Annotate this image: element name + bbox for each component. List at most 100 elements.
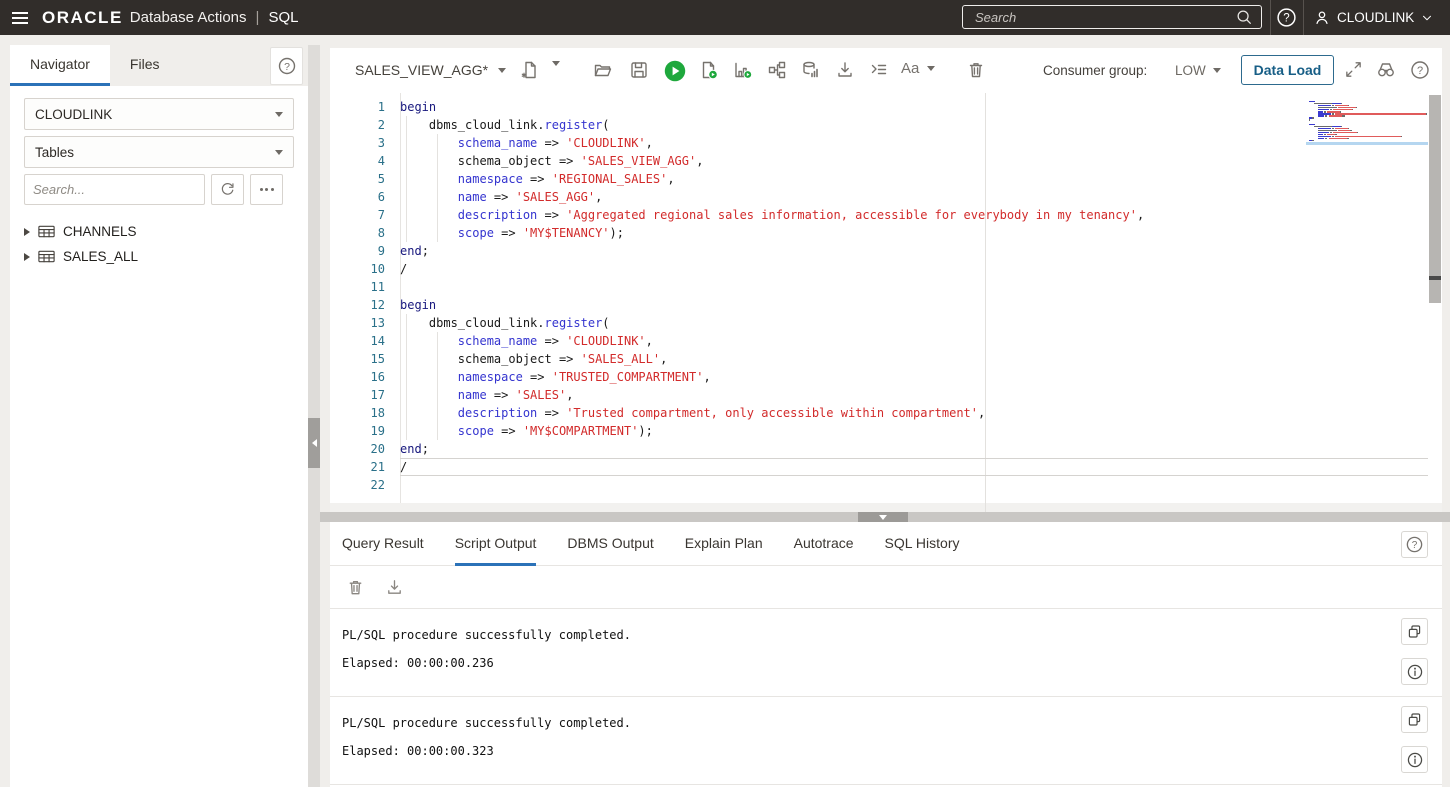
code-line[interactable]: 7 description => 'Aggregated regional sa…	[330, 206, 1442, 224]
tree-item-sales_all[interactable]: SALES_ALL	[24, 244, 308, 269]
find-button[interactable]	[1376, 60, 1396, 80]
tab-script-output[interactable]: Script Output	[455, 522, 537, 566]
code-line[interactable]: 20end;	[330, 440, 1442, 458]
tree-item-channels[interactable]: CHANNELS	[24, 219, 308, 244]
minimap-line	[1325, 138, 1327, 139]
worksheet-help-button[interactable]: ?	[1410, 60, 1430, 80]
vertical-splitter-handle[interactable]	[308, 418, 320, 468]
code-line[interactable]: 14 schema_name => 'CLOUDLINK',	[330, 332, 1442, 350]
tab-query-result[interactable]: Query Result	[342, 522, 424, 566]
oracle-logo: ORACLE	[42, 8, 123, 28]
code-line[interactable]: 15 schema_object => 'SALES_ALL',	[330, 350, 1442, 368]
tab-navigator[interactable]: Navigator	[10, 45, 110, 86]
elapsed-time: Elapsed: 00:00:00.323	[342, 744, 1392, 758]
clear-worksheet-button[interactable]	[966, 60, 986, 80]
result-info-button[interactable]	[1401, 658, 1428, 685]
code-line[interactable]: 8 scope => 'MY$TENANCY');	[330, 224, 1442, 242]
code-line[interactable]: 13 dbms_cloud_link.register(	[330, 314, 1442, 332]
copy-result-button[interactable]	[1401, 618, 1428, 645]
expand-button[interactable]	[1344, 60, 1363, 79]
worksheet-name: SALES_VIEW_AGG*	[355, 62, 488, 78]
code-line[interactable]: 19 scope => 'MY$COMPARTMENT');	[330, 422, 1442, 440]
copy-result-button[interactable]	[1401, 706, 1428, 733]
code-line[interactable]: 1begin	[330, 98, 1442, 116]
code-line[interactable]: 17 name => 'SALES',	[330, 386, 1442, 404]
line-number: 11	[330, 278, 400, 296]
horizontal-scrollbar[interactable]	[330, 503, 1442, 512]
line-number: 12	[330, 296, 400, 314]
run-statement-icon	[664, 60, 686, 82]
refresh-button[interactable]	[211, 174, 244, 205]
code-line[interactable]: 4 schema_object => 'SALES_VIEW_AGG',	[330, 152, 1442, 170]
code-line[interactable]: 22	[330, 476, 1442, 494]
hamburger-menu-icon[interactable]	[0, 0, 34, 35]
download-output-button[interactable]	[385, 578, 404, 597]
code-line[interactable]: 3 schema_name => 'CLOUDLINK',	[330, 134, 1442, 152]
code-line[interactable]: 2 dbms_cloud_link.register(	[330, 116, 1442, 134]
result-info-button[interactable]	[1401, 746, 1428, 773]
chevron-down-icon	[552, 61, 560, 83]
new-worksheet-button[interactable]	[520, 60, 540, 80]
code-line[interactable]: 10/	[330, 260, 1442, 278]
object-search-input[interactable]	[24, 174, 205, 205]
horizontal-splitter[interactable]	[320, 512, 1450, 522]
new-worksheet-icon	[520, 60, 540, 80]
autotrace-button[interactable]	[733, 60, 753, 80]
scrollbar-thumb[interactable]	[1429, 95, 1441, 303]
caret-right-icon[interactable]	[24, 228, 30, 236]
copy-icon	[1406, 623, 1423, 640]
minimap[interactable]	[1306, 97, 1428, 149]
code-line[interactable]: 9end;	[330, 242, 1442, 260]
code-area[interactable]: 1begin2 dbms_cloud_link.register(3 schem…	[330, 93, 1442, 512]
line-number: 2	[330, 116, 400, 134]
consumer-group-value: LOW	[1175, 63, 1206, 78]
tab-dbms-output[interactable]: DBMS Output	[567, 522, 653, 566]
save-button[interactable]	[629, 60, 649, 80]
code-text: schema_name => 'CLOUDLINK',	[400, 134, 653, 152]
output-panel: Query Result Script Output DBMS Output Expl…	[330, 522, 1442, 787]
code-line[interactable]: 16 namespace => 'TRUSTED_COMPARTMENT',	[330, 368, 1442, 386]
more-options-button[interactable]	[250, 174, 283, 205]
tab-explain-plan[interactable]: Explain Plan	[685, 522, 763, 566]
run-statement-button[interactable]	[664, 60, 686, 82]
tab-autotrace[interactable]: Autotrace	[794, 522, 854, 566]
code-line[interactable]: 6 name => 'SALES_AGG',	[330, 188, 1442, 206]
data-load-button[interactable]: Data Load	[1241, 55, 1334, 85]
tab-sql-history[interactable]: SQL History	[885, 522, 960, 566]
sidebar-help-button[interactable]: ?	[270, 47, 303, 85]
new-worksheet-menu-button[interactable]	[552, 66, 560, 84]
download-button[interactable]	[835, 60, 855, 80]
run-script-button[interactable]	[699, 60, 719, 80]
code-line[interactable]: 21/	[330, 458, 1442, 476]
tab-files[interactable]: Files	[110, 45, 180, 86]
code-line[interactable]: 11	[330, 278, 1442, 296]
explain-plan-button[interactable]	[767, 60, 787, 80]
object-type-select[interactable]: Tables	[24, 136, 294, 168]
caret-right-icon[interactable]	[24, 253, 30, 261]
download-icon	[835, 60, 855, 80]
svg-text:?: ?	[284, 61, 290, 73]
consumer-group-select[interactable]: LOW	[1175, 63, 1221, 78]
header-help-button[interactable]: ?	[1276, 7, 1297, 28]
schema-select[interactable]: CLOUDLINK	[24, 98, 294, 130]
font-size-button[interactable]: Aa	[901, 60, 935, 77]
code-line[interactable]: 18 description => 'Trusted compartment, …	[330, 404, 1442, 422]
sql-editor[interactable]: 1begin2 dbms_cloud_link.register(3 schem…	[330, 93, 1442, 512]
output-help-button[interactable]: ?	[1401, 531, 1428, 558]
editor-scrollbar[interactable]	[1428, 93, 1442, 512]
code-line[interactable]: 5 namespace => 'REGIONAL_SALES',	[330, 170, 1442, 188]
minimap-line	[1333, 132, 1357, 133]
vertical-splitter[interactable]	[308, 45, 320, 787]
code-line[interactable]: 12begin	[330, 296, 1442, 314]
user-menu[interactable]: CLOUDLINK	[1313, 0, 1434, 35]
global-search-input[interactable]	[963, 10, 1235, 25]
db-stats-button[interactable]	[801, 60, 821, 80]
worksheet-name-dropdown[interactable]: SALES_VIEW_AGG*	[355, 62, 506, 78]
top-header: ORACLE Database Actions | SQL ? CLOUDLIN…	[0, 0, 1450, 35]
open-file-button[interactable]	[593, 60, 613, 80]
clear-output-button[interactable]	[346, 578, 365, 597]
horizontal-splitter-handle[interactable]	[858, 512, 908, 522]
format-button[interactable]	[869, 60, 889, 80]
chevron-down-icon	[1420, 11, 1434, 25]
chevron-down-icon	[498, 68, 506, 73]
